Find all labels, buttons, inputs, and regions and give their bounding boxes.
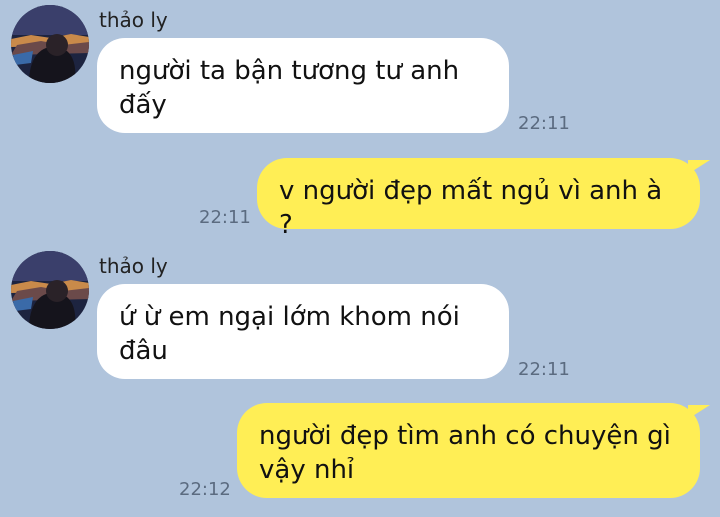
sender-name: thảo ly bbox=[99, 254, 168, 278]
message-text: người đẹp tìm anh có chuyện gì vậy nhỉ bbox=[259, 421, 671, 485]
message-time: 22:12 bbox=[179, 479, 231, 500]
message-bubble[interactable]: người đẹp tìm anh có chuyện gì vậy nhỉ bbox=[237, 403, 710, 498]
message-text: người ta bận tương tư anh đấy bbox=[119, 56, 460, 120]
sender-name: thảo ly bbox=[99, 8, 168, 32]
profile-photo-icon bbox=[11, 251, 89, 329]
message-time: 22:11 bbox=[518, 359, 570, 380]
avatar[interactable] bbox=[11, 5, 89, 83]
message-bubble[interactable]: ứ ừ em ngại lớm khom nói đâu bbox=[97, 284, 509, 379]
message-bubble[interactable]: v người đẹp mất ngủ vì anh à ? bbox=[257, 158, 710, 240]
message-text: ứ ừ em ngại lớm khom nói đâu bbox=[119, 302, 460, 366]
profile-photo-icon bbox=[11, 5, 89, 83]
message-time: 22:11 bbox=[518, 113, 570, 134]
message-time: 22:11 bbox=[199, 207, 251, 228]
message-text: v người đẹp mất ngủ vì anh à ? bbox=[279, 176, 663, 240]
avatar[interactable] bbox=[11, 251, 89, 329]
message-bubble[interactable]: người ta bận tương tư anh đấy bbox=[97, 38, 509, 133]
